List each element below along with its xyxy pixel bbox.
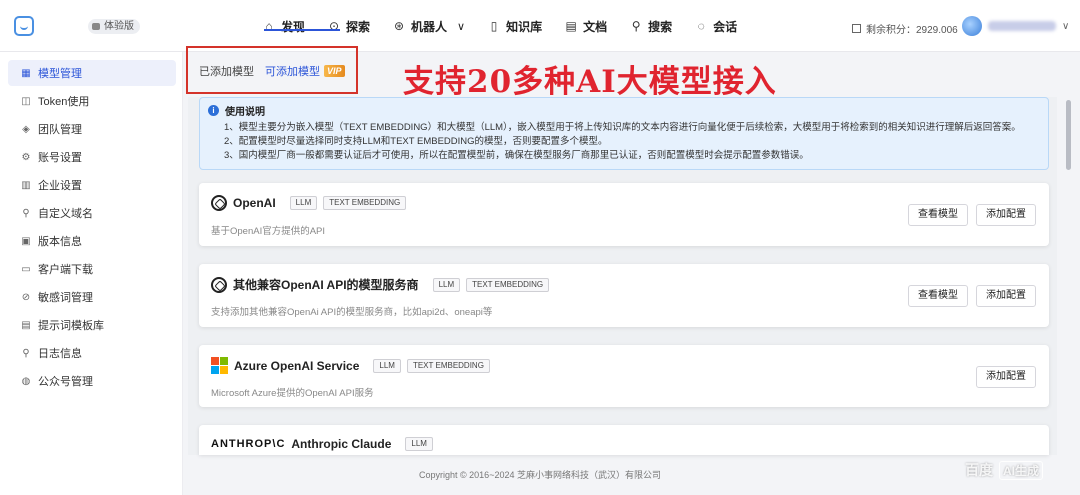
sidebar-item-prompt-templates[interactable]: ▤ 提示词模板库	[8, 312, 176, 338]
sidebar: ▦ 模型管理 ◫ Token使用 ◈ 团队管理 ⚙ 账号设置 ▥ 企业设置 ⚲ 自定义域名 …	[0, 52, 183, 495]
sidebar-item-logs[interactable]: ⚲ 日志信息	[8, 340, 176, 366]
provider-name: 其他兼容OpenAI API的模型服务商	[233, 278, 419, 292]
magnifier-icon: ⚲	[631, 19, 641, 33]
points-balance: 剩余积分：2929.006	[852, 21, 958, 36]
template-icon: ▤	[21, 319, 31, 331]
book-icon: ▯	[490, 19, 498, 33]
add-config-button[interactable]: 添加配置	[976, 366, 1036, 388]
openai-logo-icon	[211, 195, 227, 211]
top-bar: 体验版 ⌂ 发现 ⊙ 探索 ⊛ 机器人 ∨ ▯ 知识库 ▤ 文档 ⚲ 搜索 ◌ 会话 剩余积分：…	[0, 0, 1080, 52]
tag-llm: LLM	[432, 277, 461, 292]
chevron-down-icon[interactable]: ∨	[1062, 21, 1069, 32]
download-icon: ▭	[21, 263, 31, 275]
username-blurred	[988, 21, 1056, 31]
robot-icon: ⊛	[394, 19, 405, 33]
provider-card-anthropic: ANTHROP\C Anthropic Claude LLM	[199, 425, 1049, 455]
provider-card-openai: OpenAI LLM TEXT EMBEDDING 基于OpenAI官方提供的A…	[199, 183, 1049, 246]
microsoft-logo-icon	[211, 357, 228, 374]
version-icon: ▣	[21, 235, 31, 247]
usage-notice-line: 1、模型主要分为嵌入模型（TEXT EMBEDDING）和大模型（LLM），嵌入…	[224, 122, 1021, 133]
scrollbar[interactable]	[1066, 100, 1071, 170]
usage-notice-line: 2、配置模型时尽量选择同时支持LLM和TEXT EMBEDDING的模型，否则要…	[224, 136, 608, 147]
provider-card-openai-compatible: 其他兼容OpenAI API的模型服务商 LLM TEXT EMBEDDING …	[199, 264, 1049, 327]
add-config-button[interactable]: 添加配置	[976, 285, 1036, 307]
wechat-icon: ◍	[21, 375, 31, 387]
sensitive-icon: ⊘	[21, 291, 31, 303]
log-icon: ⚲	[22, 347, 30, 359]
edition-badge: 体验版	[88, 19, 140, 34]
nav-sessions[interactable]: ◌ 会话	[694, 18, 738, 35]
sidebar-item-company[interactable]: ▥ 企业设置	[8, 172, 176, 198]
promo-caption: 支持20多种AI大模型接入	[403, 64, 777, 100]
provider-description: 支持添加其他兼容OpenAi API的模型服务商，比如api2d、oneapi等	[211, 307, 493, 318]
watermark: 百度 AI生成	[965, 460, 1044, 480]
team-icon: ◈	[22, 123, 30, 135]
tag-llm: LLM	[289, 196, 318, 210]
tag-text-embedding: TEXT EMBEDDING	[323, 196, 407, 210]
sidebar-item-wechat[interactable]: ◍ 公众号管理	[8, 368, 176, 394]
provider-card-azure: Azure OpenAI Service LLM TEXT EMBEDDING …	[199, 345, 1049, 407]
nav-knowledge-base[interactable]: ▯ 知识库	[487, 18, 542, 35]
anthropic-logo-icon: ANTHROP\C	[211, 438, 286, 450]
tag-llm: LLM	[405, 437, 433, 451]
sidebar-item-version[interactable]: ▣ 版本信息	[8, 228, 176, 254]
nav-robot[interactable]: ⊛ 机器人 ∨	[392, 18, 465, 35]
company-icon: ▥	[21, 179, 31, 191]
sidebar-item-model-management[interactable]: ▦ 模型管理	[8, 60, 176, 86]
view-models-button[interactable]: 查看模型	[908, 285, 968, 307]
sidebar-item-team[interactable]: ◈ 团队管理	[8, 116, 176, 142]
tag-text-embedding: TEXT EMBEDDING	[406, 358, 490, 373]
usage-notice: i 使用说明 1、模型主要分为嵌入模型（TEXT EMBEDDING）和大模型（L…	[199, 97, 1049, 170]
chat-icon: ◌	[697, 19, 705, 33]
app-logo-icon[interactable]	[14, 16, 34, 36]
nav-explore[interactable]: ⊙ 探索	[327, 18, 370, 35]
domain-icon: ⚲	[22, 207, 30, 219]
active-tab-indicator	[264, 29, 340, 31]
provider-name: OpenAI	[233, 196, 276, 210]
info-icon: i	[208, 105, 219, 116]
nav-search[interactable]: ⚲ 搜索	[629, 18, 672, 35]
usage-notice-line: 3、国内模型厂商一般都需要认证后才可使用，所以在配置模型前，确保在模型服务厂商那…	[224, 150, 809, 161]
sidebar-item-account[interactable]: ⚙ 账号设置	[8, 144, 176, 170]
model-icon: ▦	[21, 67, 31, 79]
provider-description: Microsoft Azure提供的OpenAI API服务	[211, 388, 374, 399]
tag-text-embedding: TEXT EMBEDDING	[466, 277, 550, 292]
nav-discover[interactable]: ⌂ 发现	[262, 18, 305, 35]
footer-copyright: Copyright © 2016~2024 芝麻小事网络科技（武汉）有限公司	[419, 470, 661, 480]
user-menu[interactable]: ∨	[962, 16, 1069, 36]
document-icon: ▤	[565, 19, 577, 33]
openai-logo-icon	[211, 276, 227, 293]
tab-highlight-box	[186, 46, 358, 94]
token-icon: ◫	[21, 95, 31, 107]
tag-llm: LLM	[373, 358, 401, 373]
main-nav: ⌂ 发现 ⊙ 探索 ⊛ 机器人 ∨ ▯ 知识库 ▤ 文档 ⚲ 搜索 ◌ 会话	[262, 0, 759, 52]
account-icon: ⚙	[21, 151, 31, 163]
provider-name: Azure OpenAI Service	[234, 358, 360, 373]
sidebar-item-domain[interactable]: ⚲ 自定义域名	[8, 200, 176, 226]
sidebar-item-client-download[interactable]: ▭ 客户端下载	[8, 256, 176, 282]
add-config-button[interactable]: 添加配置	[976, 204, 1036, 226]
wallet-icon	[852, 24, 861, 33]
sidebar-item-sensitive-words[interactable]: ⊘ 敏感词管理	[8, 284, 176, 310]
view-models-button[interactable]: 查看模型	[908, 204, 968, 226]
provider-name: Anthropic Claude	[291, 437, 392, 451]
avatar[interactable]	[962, 16, 982, 36]
sidebar-item-token-usage[interactable]: ◫ Token使用	[8, 88, 176, 114]
usage-notice-title: 使用说明	[225, 107, 265, 118]
provider-description: 基于OpenAI官方提供的API	[211, 226, 326, 237]
nav-documents[interactable]: ▤ 文档	[564, 18, 607, 35]
chevron-down-icon[interactable]: ∨	[457, 20, 465, 33]
